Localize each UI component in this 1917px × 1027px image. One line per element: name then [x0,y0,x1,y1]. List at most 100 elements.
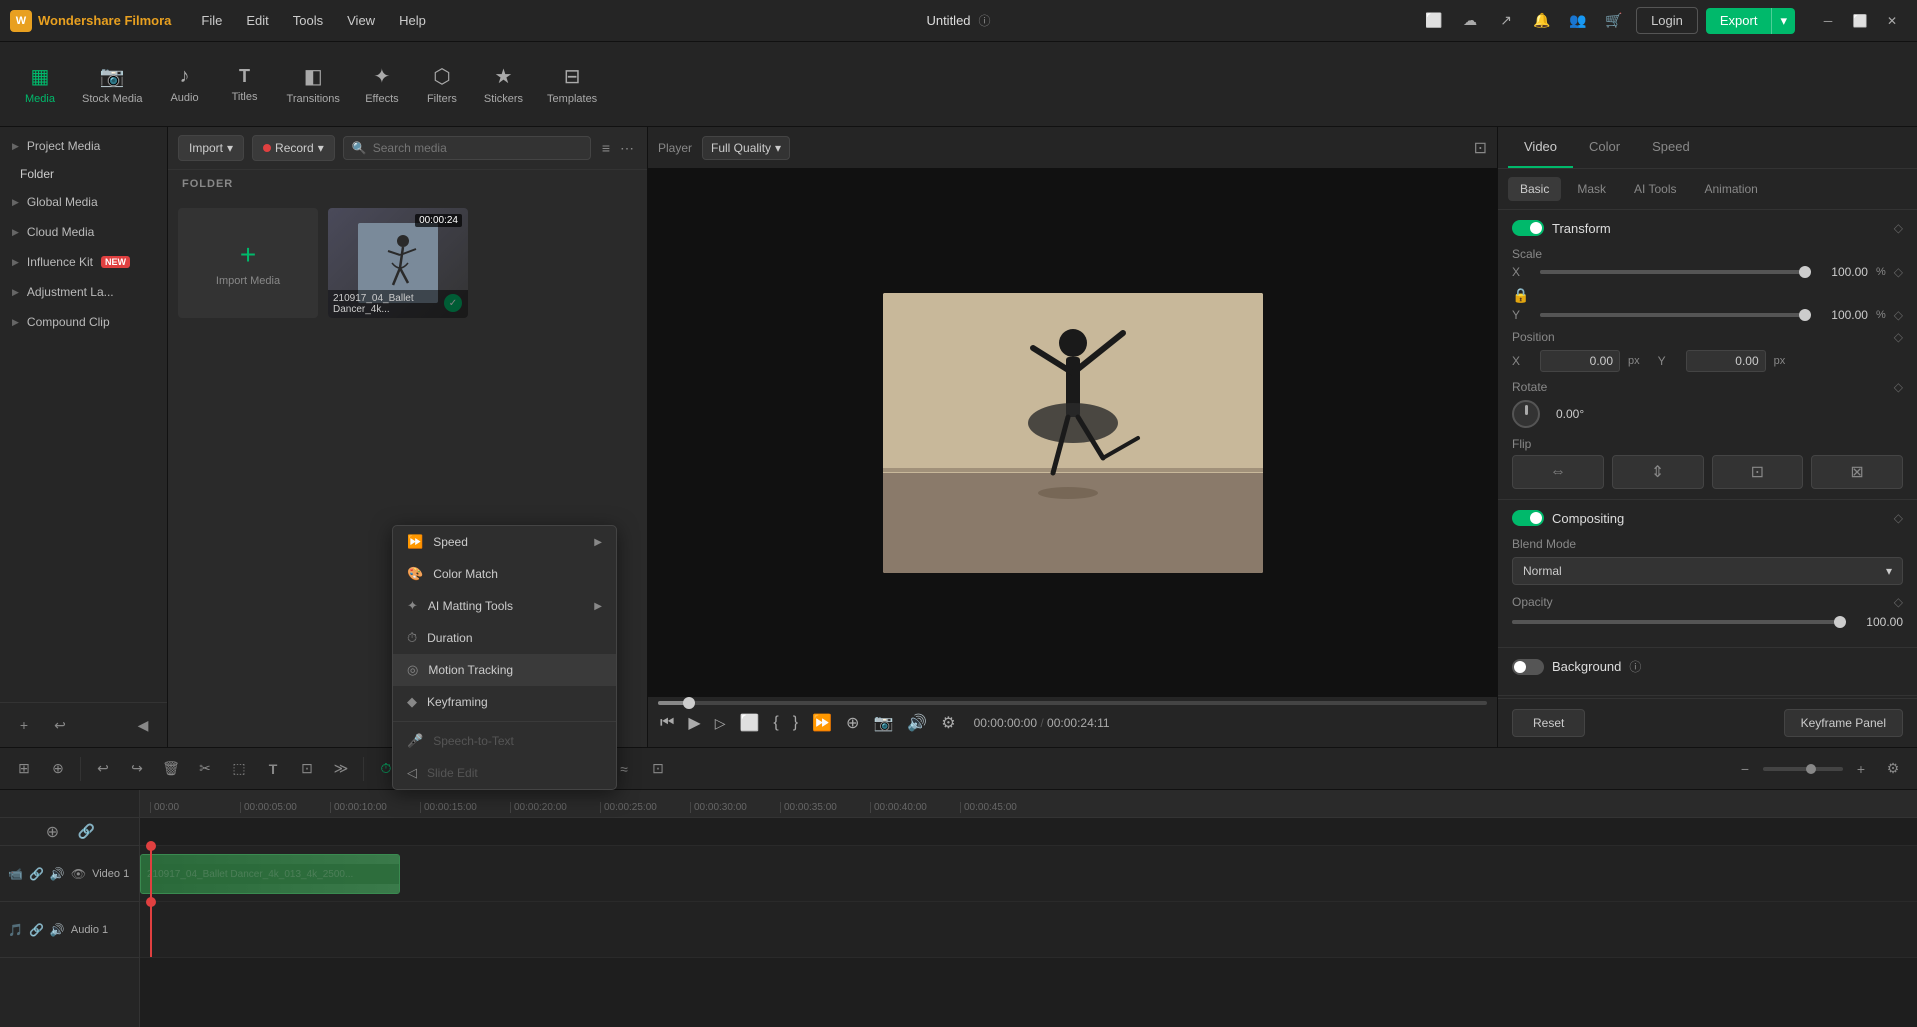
scale-x-slider[interactable] [1540,270,1805,274]
background-toggle[interactable] [1512,659,1544,675]
cloud-icon[interactable]: ☁ [1456,7,1484,35]
screen-record-icon[interactable]: ⬜ [1420,7,1448,35]
more-icon[interactable]: ⋯ [617,137,637,160]
add-folder-button[interactable]: + [10,711,38,739]
background-info-icon[interactable]: ⓘ [1629,658,1641,675]
add-track-button[interactable]: ⊕ [39,818,67,846]
link-icon[interactable]: 🔗 [29,867,44,881]
tools-button[interactable]: ⚙ [939,711,957,735]
subtab-animation[interactable]: Animation [1692,177,1769,201]
tl-crop-button[interactable]: ⬚ [225,755,253,783]
skip-back-button[interactable]: ⏮ [658,712,676,734]
ctx-color-match[interactable]: 🎨 Color Match [393,558,616,590]
people-icon[interactable]: 👥 [1564,7,1592,35]
audio-vol-icon[interactable]: 🔊 [50,923,65,937]
subtab-mask[interactable]: Mask [1565,177,1618,201]
scale-x-keyframe[interactable]: ◇ [1894,265,1903,279]
zoom-in-button[interactable]: + [1847,755,1875,783]
play-button[interactable]: ▶ [686,711,702,735]
lock-icon[interactable]: 🔒 [1512,287,1529,304]
tl-settings-button[interactable]: ⚙ [1879,755,1907,783]
link-icon-audio[interactable]: 🔗 [29,923,44,937]
reset-button[interactable]: Reset [1512,709,1585,737]
zoom-handle[interactable] [1806,764,1816,774]
sidebar-item-compound-clip[interactable]: ▶ Compound Clip [0,307,167,337]
record-button[interactable]: Record ▾ [252,135,335,161]
scale-y-keyframe[interactable]: ◇ [1894,308,1903,322]
import-button[interactable]: ↩ [46,711,74,739]
eye-icon[interactable]: 👁 [71,867,86,881]
ctx-duration[interactable]: ⏱ Duration [393,622,616,654]
tool-templates[interactable]: ⊟ Templates [535,56,609,113]
share-icon[interactable]: ↗ [1492,7,1520,35]
position-y-input[interactable] [1686,350,1766,372]
zoom-slider[interactable] [1763,767,1843,771]
cart-icon[interactable]: 🛒 [1600,7,1628,35]
progress-bar[interactable] [658,701,1487,705]
position-x-input[interactable] [1540,350,1620,372]
quality-select[interactable]: Full Quality ▾ [702,136,790,160]
scale-y-slider[interactable] [1540,313,1805,317]
playhead-audio[interactable] [150,902,152,957]
subtab-ai-tools[interactable]: AI Tools [1622,177,1688,201]
position-keyframe[interactable]: ◇ [1894,330,1903,344]
rotate-dial[interactable] [1512,400,1540,428]
fullscreen-button[interactable]: ⊡ [1474,138,1487,158]
collapse-sidebar-button[interactable]: ◀ [129,711,157,739]
rotate-keyframe[interactable]: ◇ [1894,380,1903,394]
tool-stock-media[interactable]: 📷 Stock Media [70,56,155,113]
tl-grid-button[interactable]: ⊞ [10,755,38,783]
sidebar-item-project-media[interactable]: ▶ Project Media [0,131,167,161]
video-clip[interactable]: 210917_04_Ballet Dancer_4k_013_4k_2500..… [140,854,400,894]
compositing-keyframe-button[interactable]: ◇ [1894,511,1903,525]
tool-stickers[interactable]: ★ Stickers [472,56,535,113]
tool-transitions[interactable]: ◧ Transitions [275,56,352,113]
play-forward-button[interactable]: ▷ [713,713,728,734]
ctx-keyframing[interactable]: ◆ Keyframing [393,686,616,718]
maximize-button[interactable]: ⬜ [1845,7,1875,35]
zoom-out-button[interactable]: − [1731,755,1759,783]
close-button[interactable]: ✕ [1877,7,1907,35]
tool-audio[interactable]: ♪ Audio [155,57,215,112]
tab-color[interactable]: Color [1573,127,1636,168]
sidebar-item-global-media[interactable]: ▶ Global Media [0,187,167,217]
export-dropdown-button[interactable]: ▾ [1771,8,1795,34]
sidebar-item-cloud-media[interactable]: ▶ Cloud Media [0,217,167,247]
tool-titles[interactable]: T Titles [215,58,275,111]
menu-edit[interactable]: Edit [236,9,278,32]
progress-handle[interactable] [683,697,695,709]
audio-icon[interactable]: 🔊 [50,867,65,881]
link-track-button[interactable]: 🔗 [73,818,101,846]
transform-toggle[interactable] [1512,220,1544,236]
tool-filters[interactable]: ⬡ Filters [412,56,472,113]
tool-effects[interactable]: ✦ Effects [352,56,412,113]
ballet-video-item[interactable]: 00:00:24 ✓ 210917_04_Ballet Dancer_4k... [328,208,468,318]
opacity-slider[interactable] [1512,620,1840,624]
ctx-speed[interactable]: ⏩ Speed ▶ [393,526,616,558]
tl-transform-button[interactable]: ⊡ [293,755,321,783]
flip-btn-3[interactable]: ⊡ [1712,455,1804,489]
snapshot-button[interactable]: 📷 [871,711,895,735]
flip-btn-4[interactable]: ⊠ [1811,455,1903,489]
sidebar-item-folder[interactable]: Folder [0,161,167,187]
in-point-button[interactable]: { [771,712,780,734]
tl-more-button[interactable]: ≫ [327,755,355,783]
sidebar-item-adjustment[interactable]: ▶ Adjustment La... [0,277,167,307]
menu-tools[interactable]: Tools [283,9,333,32]
filter-icon[interactable]: ≡ [599,137,613,160]
tl-cut-button[interactable]: ✂ [191,755,219,783]
notification-icon[interactable]: 🔔 [1528,7,1556,35]
flip-h-button[interactable]: ⇔ [1512,455,1604,489]
menu-help[interactable]: Help [389,9,436,32]
tl-select-button[interactable]: ⊕ [44,755,72,783]
menu-view[interactable]: View [337,9,385,32]
send-forward-button[interactable]: ⏩ [810,711,834,735]
add-to-timeline-button[interactable]: ⊕ [844,711,861,735]
tool-media[interactable]: ▦ Media [10,56,70,113]
minimize-button[interactable]: ─ [1813,7,1843,35]
sidebar-item-influence-kit[interactable]: ▶ Influence Kit NEW [0,247,167,277]
login-button[interactable]: Login [1636,7,1698,34]
tl-undo-button[interactable]: ↩ [89,755,117,783]
ctx-motion-tracking[interactable]: ◎ Motion Tracking [393,654,616,686]
compositing-toggle[interactable] [1512,510,1544,526]
